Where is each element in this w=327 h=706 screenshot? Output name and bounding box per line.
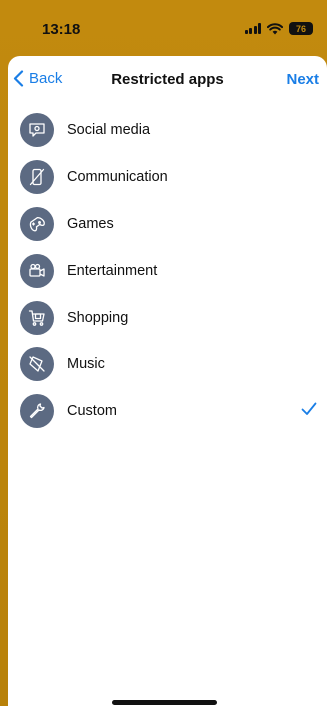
wrench-icon [20,394,54,429]
status-icons: 76 [244,22,313,35]
music-off-icon [20,347,54,382]
phone-off-icon [20,160,54,195]
category-row-shopping[interactable]: Shopping [8,294,327,341]
status-bar: 13:18 76 [0,0,327,60]
wifi-icon [267,22,283,34]
category-list: Social media Communication Games Enterta… [8,107,327,435]
nav-bar: Back Restricted apps Next [8,56,327,102]
category-label: Entertainment [67,262,158,279]
category-label: Custom [67,403,117,420]
category-row-music[interactable]: Music [8,341,327,388]
category-row-social-media[interactable]: Social media [8,107,327,154]
back-label: Back [29,70,63,87]
chevron-left-icon [13,70,24,87]
cellular-signal-icon [244,23,261,34]
category-row-custom[interactable]: Custom [8,388,327,435]
category-label: Music [67,356,105,373]
category-row-games[interactable]: Games [8,201,327,248]
back-button[interactable]: Back [13,70,62,87]
category-label: Games [67,215,114,232]
video-camera-icon [20,253,54,288]
category-label: Communication [67,169,168,186]
phone-screen: 13:18 76 Back Restricted apps Next Socia… [0,0,327,706]
next-button[interactable]: Next [286,71,319,88]
home-indicator[interactable] [112,700,217,705]
checkmark-icon [301,402,317,415]
category-row-communication[interactable]: Communication [8,154,327,201]
category-label: Shopping [67,309,129,326]
chat-bubble-icon [20,113,54,148]
gamepad-icon [20,206,54,241]
status-time: 13:18 [42,21,81,38]
category-row-entertainment[interactable]: Entertainment [8,247,327,294]
category-label: Social media [67,122,151,139]
shopping-cart-icon [20,300,54,335]
restricted-apps-sheet: Back Restricted apps Next Social media C… [8,56,327,706]
battery-icon: 76 [289,22,313,35]
